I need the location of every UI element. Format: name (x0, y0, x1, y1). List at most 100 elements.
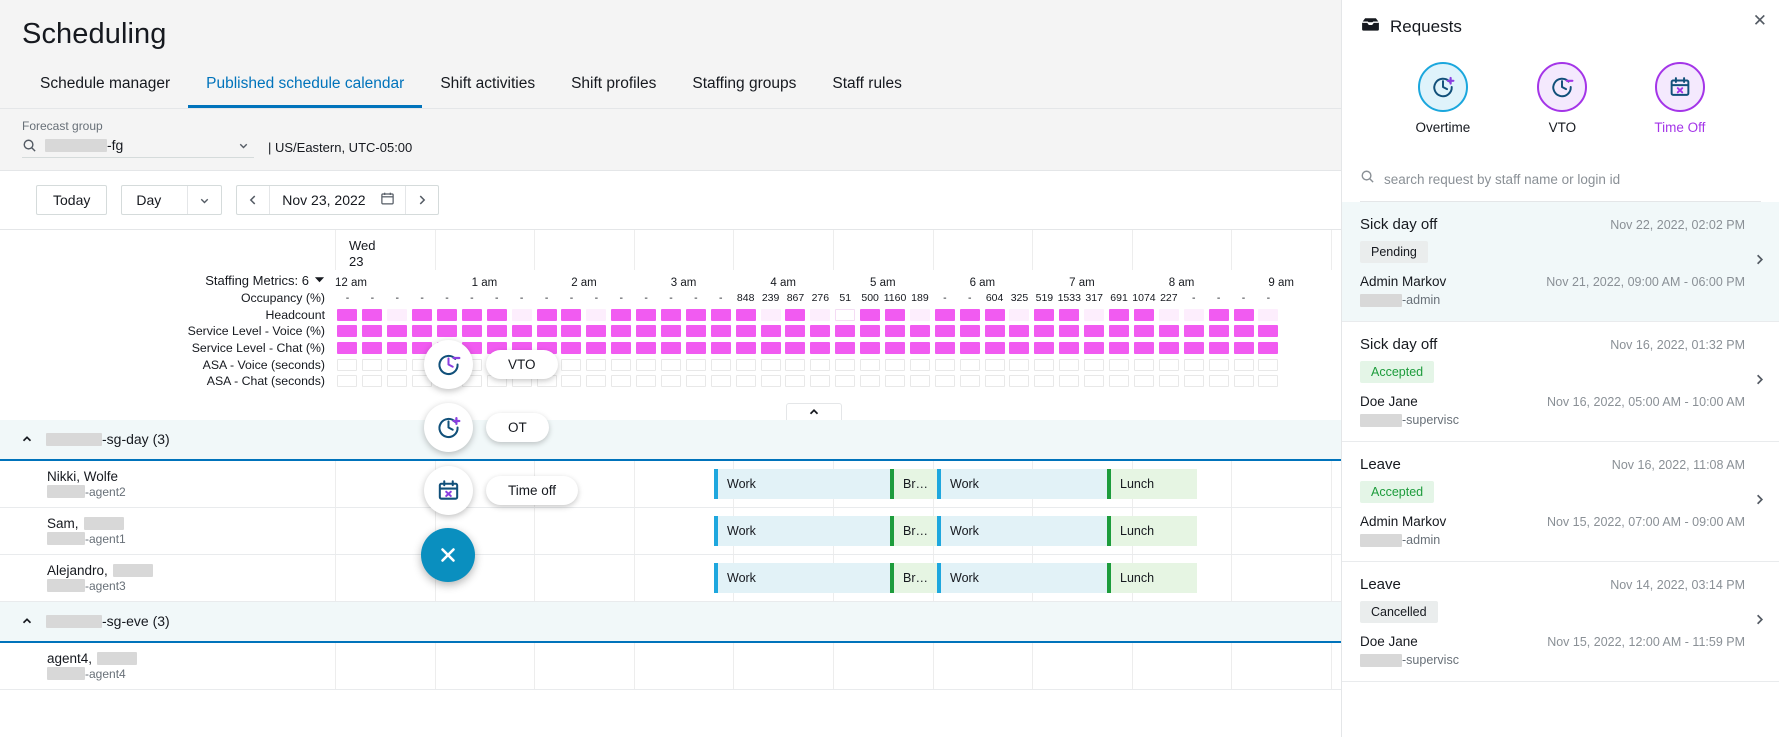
metric-cell[interactable] (1181, 309, 1206, 321)
metric-cell[interactable] (1032, 342, 1057, 354)
metric-cell[interactable] (1231, 342, 1256, 354)
metric-cell[interactable] (1206, 359, 1231, 371)
chevron-down-icon[interactable] (237, 139, 250, 152)
shift-block-work[interactable]: Work (714, 516, 890, 546)
metric-cell[interactable] (1256, 325, 1281, 337)
metric-cell[interactable] (982, 325, 1007, 337)
metric-cell[interactable]: - (459, 290, 484, 306)
metric-cell[interactable] (335, 309, 360, 321)
metric-cell[interactable]: 848 (733, 290, 758, 306)
metric-cell[interactable] (982, 342, 1007, 354)
metric-cell[interactable] (808, 309, 833, 321)
metric-cell[interactable] (534, 325, 559, 337)
forecast-group-select[interactable]: -fg (22, 137, 254, 158)
metric-cell[interactable] (733, 375, 758, 387)
metric-cell[interactable] (1007, 375, 1032, 387)
metric-cell[interactable]: - (957, 290, 982, 306)
metric-cell[interactable]: - (509, 290, 534, 306)
metric-cell[interactable] (683, 359, 708, 371)
metric-cell[interactable] (634, 309, 659, 321)
metric-cell[interactable] (708, 325, 733, 337)
metric-cell[interactable] (335, 375, 360, 387)
metric-cell[interactable] (559, 325, 584, 337)
staffing-metrics-toggle[interactable]: Staffing Metrics: 6 (0, 273, 335, 288)
metric-cell[interactable]: 276 (808, 290, 833, 306)
metric-cell[interactable] (1132, 359, 1157, 371)
metric-cell[interactable]: - (1206, 290, 1231, 306)
metric-cell[interactable] (1107, 342, 1132, 354)
metric-cell[interactable]: 519 (1032, 290, 1057, 306)
metric-cell[interactable] (1007, 325, 1032, 337)
metric-cell[interactable]: 317 (1082, 290, 1107, 306)
metric-cell[interactable]: - (683, 290, 708, 306)
metric-cell[interactable]: - (360, 290, 385, 306)
metric-cell[interactable] (833, 342, 858, 354)
tab-schedule-manager[interactable]: Schedule manager (22, 65, 188, 108)
metric-cell[interactable] (883, 325, 908, 337)
calendar-icon[interactable] (380, 191, 395, 209)
request-item[interactable]: Sick day offNov 16, 2022, 01:32 PMAccept… (1342, 322, 1779, 442)
request-item[interactable]: LeaveNov 14, 2022, 03:14 PMCancelledDoe … (1342, 562, 1779, 682)
metric-cell[interactable] (509, 325, 534, 337)
metric-cell[interactable]: - (932, 290, 957, 306)
shift-block-break[interactable]: Br… (890, 563, 937, 593)
metric-cell[interactable] (1231, 309, 1256, 321)
metric-cell[interactable] (360, 359, 385, 371)
fab-ot[interactable]: OT (424, 403, 549, 452)
metric-cell[interactable] (883, 342, 908, 354)
metric-cell[interactable] (683, 342, 708, 354)
metric-cell[interactable] (1007, 342, 1032, 354)
metric-cell[interactable] (1007, 309, 1032, 321)
metric-cell[interactable]: 189 (907, 290, 932, 306)
shift-block-work[interactable]: Work (714, 469, 890, 499)
fab-ot-label[interactable]: OT (486, 413, 549, 442)
request-type-time-off[interactable]: Time Off (1654, 62, 1705, 135)
metric-cell[interactable] (1107, 309, 1132, 321)
metric-cell[interactable] (584, 309, 609, 321)
metric-cell[interactable] (907, 375, 932, 387)
shift-block-break[interactable]: Br… (890, 469, 937, 499)
agent-lane[interactable] (335, 643, 1341, 689)
metric-cell[interactable] (459, 325, 484, 337)
staffing-group-row[interactable]: -sg-day (3) (0, 420, 1341, 461)
shift-block-work[interactable]: Work (937, 469, 1107, 499)
metric-cell[interactable] (1256, 375, 1281, 387)
metric-cell[interactable] (1107, 375, 1132, 387)
request-item[interactable]: LeaveNov 16, 2022, 11:08 AMAcceptedAdmin… (1342, 442, 1779, 562)
metric-cell[interactable] (932, 375, 957, 387)
shift-block-break[interactable]: Br… (890, 516, 937, 546)
tab-staff-rules[interactable]: Staff rules (814, 65, 920, 108)
metric-cell[interactable] (758, 325, 783, 337)
metric-cell[interactable]: 604 (982, 290, 1007, 306)
metric-cell[interactable]: 867 (783, 290, 808, 306)
metric-cell[interactable] (360, 375, 385, 387)
metric-cell[interactable] (833, 325, 858, 337)
metric-cell[interactable] (1032, 325, 1057, 337)
metric-cell[interactable]: 1533 (1057, 290, 1082, 306)
metric-cell[interactable] (1032, 359, 1057, 371)
metric-cell[interactable] (932, 309, 957, 321)
metric-cell[interactable] (659, 375, 684, 387)
metric-cell[interactable] (1057, 359, 1082, 371)
shift-block-lunch[interactable]: Lunch (1107, 469, 1197, 499)
metric-cell[interactable] (1132, 375, 1157, 387)
metric-cell[interactable] (758, 359, 783, 371)
metric-cell[interactable] (708, 309, 733, 321)
metric-cell[interactable] (484, 309, 509, 321)
metric-cell[interactable] (1231, 375, 1256, 387)
metric-cell[interactable]: - (1231, 290, 1256, 306)
metric-cell[interactable] (783, 342, 808, 354)
metric-cell[interactable]: 1074 (1132, 290, 1157, 306)
shift-block-lunch[interactable]: Lunch (1107, 563, 1197, 593)
metric-cell[interactable] (957, 309, 982, 321)
metric-cell[interactable]: - (659, 290, 684, 306)
metric-cell[interactable] (1057, 375, 1082, 387)
metric-cell[interactable] (659, 325, 684, 337)
metric-cell[interactable] (559, 309, 584, 321)
metric-cell[interactable] (808, 375, 833, 387)
metric-cell[interactable] (733, 309, 758, 321)
metric-cell[interactable] (957, 359, 982, 371)
metric-cell[interactable]: 500 (858, 290, 883, 306)
metric-cell[interactable] (509, 309, 534, 321)
metric-cell[interactable] (1107, 359, 1132, 371)
